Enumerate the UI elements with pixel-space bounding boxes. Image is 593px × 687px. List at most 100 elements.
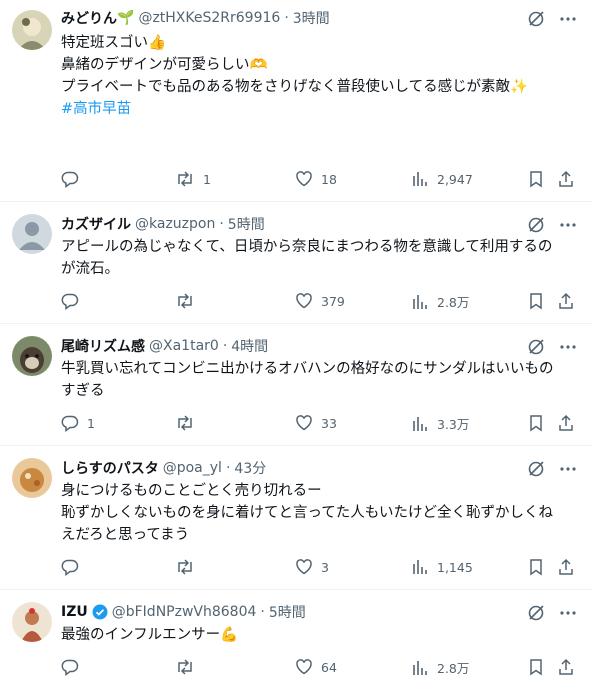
like-icon bbox=[295, 292, 313, 310]
handle[interactable]: @Xa1tar0 bbox=[149, 338, 219, 354]
bookmark-button[interactable] bbox=[527, 414, 545, 432]
hashtag-link[interactable]: #高市早苗 bbox=[61, 98, 581, 120]
timestamp[interactable]: 5時間 bbox=[269, 602, 306, 622]
retweet-button[interactable]: 1 bbox=[175, 170, 211, 188]
more-icon[interactable] bbox=[559, 216, 577, 234]
tweet[interactable]: みどりん 🌱 @ztHXKeS2Rr69916 · 3時間 特定班スゴい👍 鼻緒… bbox=[0, 0, 593, 202]
retweet-button[interactable] bbox=[175, 558, 203, 576]
views-button[interactable]: 1,145 bbox=[411, 558, 473, 576]
bookmark-icon bbox=[527, 558, 545, 576]
display-name[interactable]: みどりん bbox=[61, 8, 117, 28]
reply-button[interactable]: 1 bbox=[61, 414, 95, 432]
like-button[interactable]: 3 bbox=[295, 558, 329, 576]
tweet[interactable]: 尾崎リズム感 @Xa1tar0 · 4時間 牛乳買い忘れてコンビニ出かけるオバハ… bbox=[0, 324, 593, 446]
bookmark-button[interactable] bbox=[527, 658, 545, 676]
display-name[interactable]: しらすのパスタ bbox=[61, 458, 159, 478]
view-count: 1,145 bbox=[437, 559, 473, 575]
views-icon bbox=[411, 415, 429, 433]
action-bar: 3 1,145 bbox=[61, 558, 581, 578]
handle[interactable]: @kazuzpon bbox=[135, 216, 215, 232]
retweet-icon bbox=[175, 658, 195, 676]
retweet-button[interactable] bbox=[175, 292, 203, 310]
bookmark-button[interactable] bbox=[527, 292, 545, 310]
avatar[interactable] bbox=[12, 458, 52, 498]
text-line: アピールの為じゃなくて、日頃から奈良にまつわる物を意識して利用するの bbox=[61, 239, 553, 255]
avatar[interactable] bbox=[12, 336, 52, 376]
views-icon bbox=[411, 293, 429, 311]
timestamp[interactable]: 43分 bbox=[234, 458, 266, 478]
retweet-count: 1 bbox=[203, 171, 211, 187]
bookmark-button[interactable] bbox=[527, 558, 545, 576]
action-bar: 64 2.8万 bbox=[61, 658, 581, 678]
avatar[interactable] bbox=[12, 602, 52, 642]
retweet-button[interactable] bbox=[175, 658, 203, 676]
text-line: すぎる bbox=[61, 383, 105, 399]
view-count: 2,947 bbox=[437, 171, 473, 187]
tweet[interactable]: IZU @bFIdNPzwVh86804 · 5時間 最強のインフルエンサー💪 … bbox=[0, 590, 593, 687]
like-count: 379 bbox=[321, 293, 345, 309]
share-button[interactable] bbox=[557, 414, 575, 432]
more-icon[interactable] bbox=[559, 460, 577, 478]
tweet-text: アピールの為じゃなくて、日頃から奈良にまつわる物を意識して利用するの が流石。 bbox=[61, 236, 581, 280]
reply-icon bbox=[61, 414, 79, 432]
handle[interactable]: @bFIdNPzwVh86804 bbox=[112, 604, 257, 620]
like-count: 64 bbox=[321, 659, 337, 675]
share-button[interactable] bbox=[557, 558, 575, 576]
grok-icon[interactable] bbox=[527, 10, 545, 28]
more-icon[interactable] bbox=[559, 604, 577, 622]
handle[interactable]: @ztHXKeS2Rr69916 bbox=[138, 10, 280, 26]
display-name[interactable]: IZU bbox=[61, 604, 88, 620]
bookmark-button[interactable] bbox=[527, 170, 545, 188]
bookmark-icon bbox=[527, 170, 545, 188]
share-button[interactable] bbox=[557, 658, 575, 676]
timestamp[interactable]: 4時間 bbox=[231, 336, 268, 356]
like-count: 18 bbox=[321, 171, 337, 187]
grok-icon[interactable] bbox=[527, 604, 545, 622]
avatar[interactable] bbox=[12, 10, 52, 50]
display-name[interactable]: 尾崎リズム感 bbox=[61, 336, 145, 356]
reply-button[interactable] bbox=[61, 558, 87, 576]
views-icon bbox=[411, 558, 429, 576]
views-button[interactable]: 2,947 bbox=[411, 170, 473, 188]
display-name[interactable]: カズザイル bbox=[61, 214, 131, 234]
retweet-button[interactable] bbox=[175, 414, 203, 432]
reply-icon bbox=[61, 170, 79, 188]
avatar[interactable] bbox=[12, 214, 52, 254]
tweet[interactable]: カズザイル @kazuzpon · 5時間 アピールの為じゃなくて、日頃から奈良… bbox=[0, 202, 593, 324]
reply-count: 1 bbox=[87, 415, 95, 431]
like-button[interactable]: 64 bbox=[295, 658, 337, 676]
share-button[interactable] bbox=[557, 170, 575, 188]
more-icon[interactable] bbox=[559, 10, 577, 28]
reply-button[interactable] bbox=[61, 658, 87, 676]
like-button[interactable]: 33 bbox=[295, 414, 337, 432]
view-count: 2.8万 bbox=[437, 295, 470, 310]
text-line: 特定班スゴい👍 bbox=[61, 35, 167, 51]
like-button[interactable]: 18 bbox=[295, 170, 337, 188]
grok-icon[interactable] bbox=[527, 338, 545, 356]
retweet-icon bbox=[175, 558, 195, 576]
tweet[interactable]: しらすのパスタ @poa_yl · 43分 身につけるものことごとく売り切れるー… bbox=[0, 446, 593, 590]
share-icon bbox=[557, 170, 575, 188]
grok-icon[interactable] bbox=[527, 216, 545, 234]
text-line: 牛乳買い忘れてコンビニ出かけるオバハンの格好なのにサンダルはいいもの bbox=[61, 361, 554, 377]
reply-button[interactable] bbox=[61, 170, 87, 188]
grok-icon[interactable] bbox=[527, 460, 545, 478]
views-button[interactable]: 2.8万 bbox=[411, 292, 469, 311]
handle[interactable]: @poa_yl bbox=[163, 460, 222, 476]
tweet-text: 特定班スゴい👍 鼻緒のデザインが可愛らしい🫶 プライベートでも品のある物をさりげ… bbox=[61, 32, 581, 120]
name-emoji: 🌱 bbox=[117, 10, 135, 26]
separator-dot: · bbox=[260, 604, 265, 620]
share-button[interactable] bbox=[557, 292, 575, 310]
more-icon[interactable] bbox=[559, 338, 577, 356]
views-button[interactable]: 3.3万 bbox=[411, 414, 469, 433]
retweet-icon bbox=[175, 170, 195, 188]
timestamp[interactable]: 3時間 bbox=[293, 8, 330, 28]
views-button[interactable]: 2.8万 bbox=[411, 658, 469, 677]
reply-button[interactable] bbox=[61, 292, 87, 310]
like-button[interactable]: 379 bbox=[295, 292, 345, 310]
tweet-text: 牛乳買い忘れてコンビニ出かけるオバハンの格好なのにサンダルはいいもの すぎる bbox=[61, 358, 581, 402]
view-count: 2.8万 bbox=[437, 661, 470, 676]
views-icon bbox=[411, 170, 429, 188]
retweet-icon bbox=[175, 292, 195, 310]
timestamp[interactable]: 5時間 bbox=[228, 214, 265, 234]
